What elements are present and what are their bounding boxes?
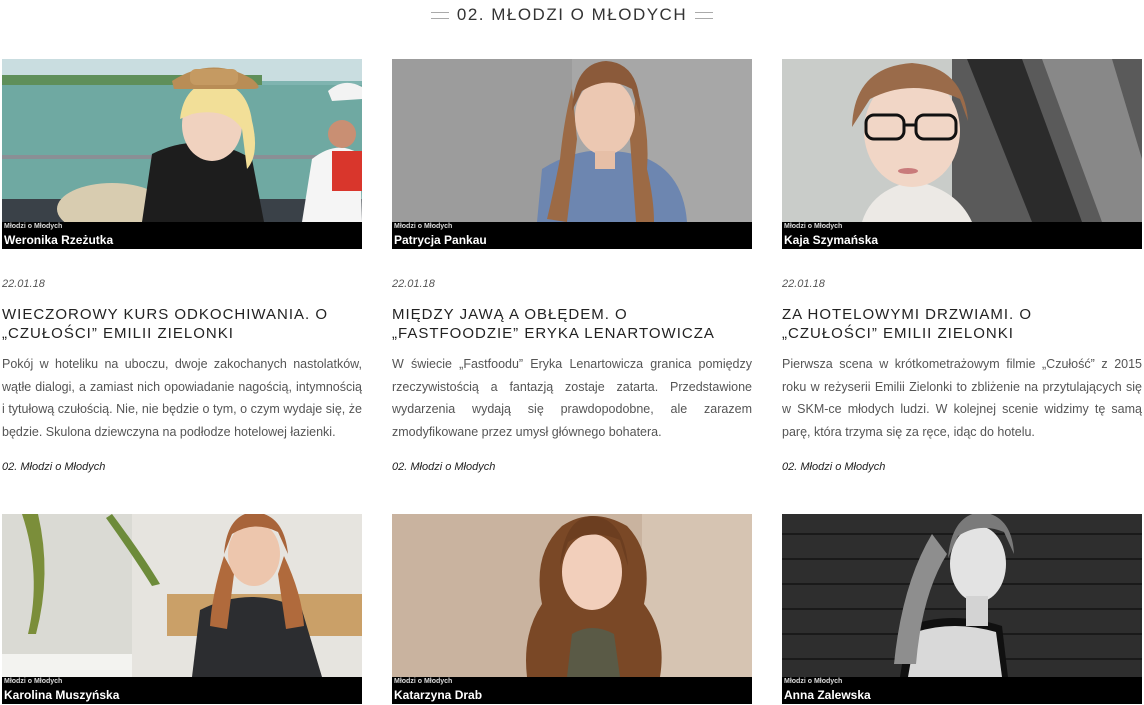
caption-category: Młodzi o Młodych [784, 223, 843, 230]
post-date: 22.01.18 [782, 278, 825, 290]
section-header: 02. MŁODZI O MŁODYCH [0, 0, 1144, 30]
post-excerpt: Pierwsza scena w krótkometrażowym filmie… [782, 357, 1142, 439]
article-thumbnail[interactable]: Młodzi o Młodych Anna Zalewska [782, 514, 1142, 704]
article-thumbnail[interactable]: Młodzi o Młodych Weronika Rzeżutka [2, 59, 362, 249]
post-title-link[interactable]: WIECZOROWY KURS ODKOCHIWANIA. O „CZUŁOŚC… [2, 305, 342, 343]
header-rule-left [430, 11, 449, 19]
portrait-photo [782, 59, 1142, 222]
header-rule-right [695, 11, 714, 19]
category-link[interactable]: 02. Młodzi o Młodych [392, 461, 495, 473]
thumbnail-caption: Młodzi o Młodych Kaja Szymańska [782, 222, 1142, 249]
post-title-link[interactable]: MIĘDZY JAWĄ A OBŁĘDEM. O „FASTFOODZIE” E… [392, 305, 732, 343]
caption-author: Weronika Rzeżutka [4, 233, 114, 247]
thumbnail-caption: Młodzi o Młodych Anna Zalewska [782, 677, 1142, 704]
caption-category: Młodzi o Młodych [784, 678, 843, 685]
article-card: Młodzi o Młodych Patrycja Pankau 22.01.1… [392, 59, 752, 473]
article-card: Młodzi o Młodych Anna Zalewska [782, 514, 1142, 704]
thumbnail-caption: Młodzi o Młodych Patrycja Pankau [392, 222, 752, 249]
portrait-photo [782, 514, 1142, 677]
portrait-photo [2, 514, 362, 677]
article-thumbnail[interactable]: Młodzi o Młodych Patrycja Pankau [392, 59, 752, 249]
thumbnail-caption: Młodzi o Młodych Weronika Rzeżutka [2, 222, 362, 249]
section-title: 02. MŁODZI O MŁODYCH [456, 5, 688, 24]
article-thumbnail[interactable]: Młodzi o Młodych Karolina Muszyńska [2, 514, 362, 704]
article-thumbnail[interactable]: Młodzi o Młodych Kaja Szymańska [782, 59, 1142, 249]
caption-category: Młodzi o Młodych [4, 223, 63, 230]
caption-author: Anna Zalewska [784, 688, 871, 702]
post-date: 22.01.18 [392, 278, 435, 290]
category-link[interactable]: 02. Młodzi o Młodych [782, 461, 885, 473]
portrait-photo [392, 514, 752, 677]
post-date: 22.01.18 [2, 278, 45, 290]
portrait-photo [392, 59, 752, 222]
article-thumbnail[interactable]: Młodzi o Młodych Katarzyna Drab [392, 514, 752, 704]
thumbnail-caption: Młodzi o Młodych Karolina Muszyńska [2, 677, 362, 704]
caption-category: Młodzi o Młodych [4, 678, 63, 685]
post-excerpt: Pokój w hoteliku na uboczu, dwoje zakoch… [2, 357, 362, 439]
caption-author: Karolina Muszyńska [4, 688, 120, 702]
article-card: Młodzi o Młodych Kaja Szymańska 22.01.18… [782, 59, 1142, 473]
caption-author: Katarzyna Drab [394, 688, 483, 702]
caption-category: Młodzi o Młodych [394, 678, 453, 685]
article-card: Młodzi o Młodych Weronika Rzeżutka 22.01… [2, 59, 362, 473]
article-card: Młodzi o Młodych Katarzyna Drab [392, 514, 752, 704]
thumbnail-caption: Młodzi o Młodych Katarzyna Drab [392, 677, 752, 704]
category-link[interactable]: 02. Młodzi o Młodych [2, 461, 105, 473]
post-excerpt: W świecie „Fastfoodu” Eryka Lenartowicza… [392, 357, 752, 439]
caption-author: Kaja Szymańska [784, 233, 879, 247]
portrait-photo [2, 59, 362, 222]
article-card: Młodzi o Młodych Karolina Muszyńska [2, 514, 362, 704]
caption-category: Młodzi o Młodych [394, 223, 453, 230]
post-title-link[interactable]: ZA HOTELOWYMI DRZWIAMI. O „CZUŁOŚCI” EMI… [782, 305, 1122, 343]
caption-author: Patrycja Pankau [394, 233, 487, 247]
